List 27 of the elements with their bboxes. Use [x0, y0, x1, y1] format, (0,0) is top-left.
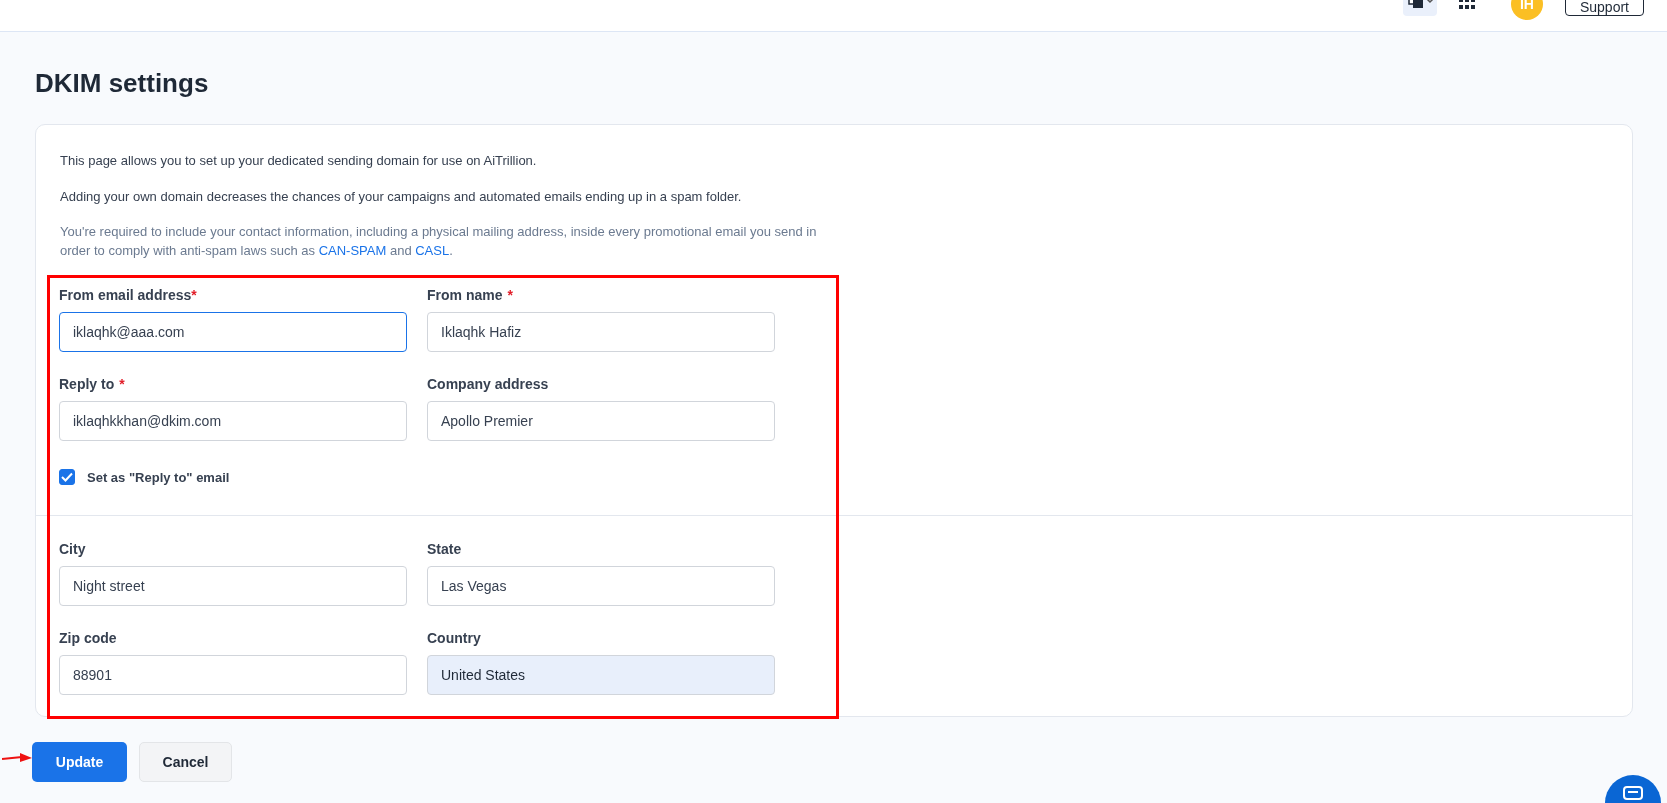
field-label: Reply to * [59, 376, 126, 393]
field-label: Country [427, 630, 482, 647]
notice-text: You're required to include your contact information, including a physical mailing address, inside every promotional email you send in order to comply with anti-spam laws such as CAN-SPAM and CASL. [60, 223, 818, 260]
checkbox-label: Set as "Reply to" email [87, 469, 230, 485]
text-field[interactable]: iklaqhk@aaa.com [59, 312, 407, 352]
text-field[interactable]: Apollo Premier [427, 401, 775, 441]
text-field[interactable]: Las Vegas [427, 566, 775, 606]
field-label: State [427, 541, 463, 558]
update-button[interactable]: Update [32, 742, 127, 782]
text-field[interactable]: Night street [59, 566, 407, 606]
intro-text: Adding your own domain decreases the chances of your campaigns and automated emails ending up in a spam folder. [60, 189, 743, 204]
field-label: Company address [427, 376, 550, 393]
checkbox[interactable] [59, 469, 75, 485]
field-label: Zip code [59, 630, 118, 647]
field-label: From name * [427, 287, 514, 304]
text-field[interactable]: iklaqhkkhan@dkim.com [59, 401, 407, 441]
cancel-button[interactable]: Cancel [139, 742, 232, 782]
support-button[interactable]: Support [1564, 0, 1644, 16]
field-label: City [59, 541, 87, 558]
arrow-icon [2, 753, 32, 763]
text-field[interactable]: 88901 [59, 655, 407, 695]
link[interactable]: CAN-SPAM [318, 243, 387, 258]
field-label: From email address* [59, 287, 198, 304]
text-field[interactable]: Iklaqhk Hafiz [427, 312, 775, 352]
intro-text: This page allows you to set up your dedicated sending domain for use on AiTrillion. [60, 153, 538, 168]
page-title: DKIM settings [35, 67, 210, 99]
apps-grid-icon[interactable] [1458, 0, 1475, 10]
